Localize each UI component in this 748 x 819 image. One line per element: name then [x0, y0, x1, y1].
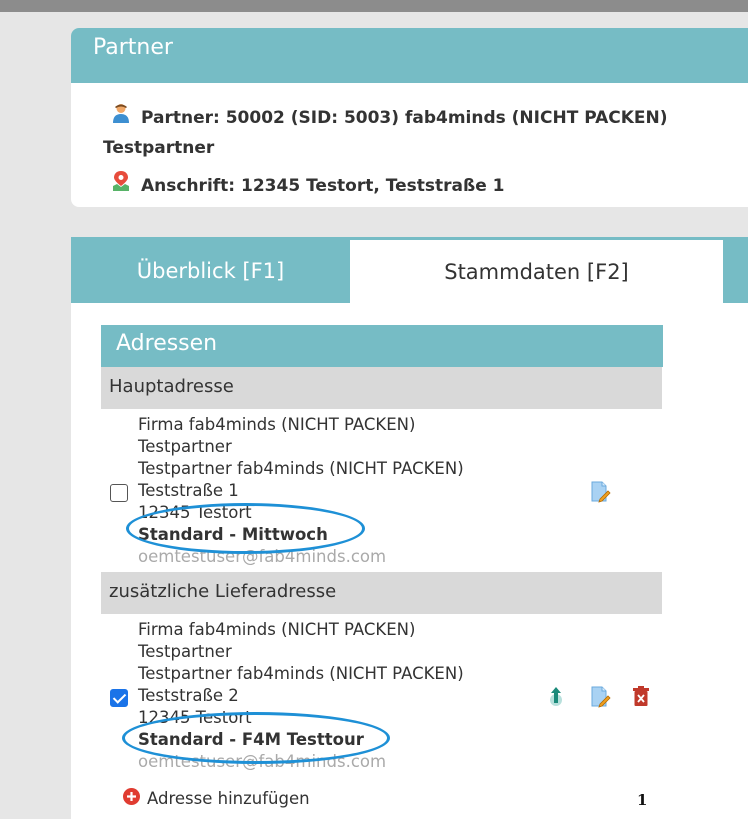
delivery-address-checkbox[interactable]	[110, 689, 128, 707]
delivery-address-header: zusätzliche Lieferadresse	[101, 572, 662, 614]
partner-line-2: Testpartner	[103, 138, 215, 158]
delivery-address-line: Teststraße 2	[138, 686, 239, 705]
addresses-title: Adressen	[101, 325, 663, 367]
highlight-oval	[126, 503, 365, 554]
arrow-up-icon[interactable]	[547, 685, 565, 707]
main-address-line: Teststraße 1	[138, 481, 239, 500]
tab-bar: Überblick [F1] Stammdaten [F2]	[71, 237, 748, 303]
top-bar	[0, 0, 748, 12]
delivery-address-line: Testpartner	[138, 642, 232, 661]
tab-master-data[interactable]: Stammdaten [F2]	[350, 240, 723, 303]
main-address-checkbox[interactable]	[110, 484, 128, 502]
address-line: Anschrift: 12345 Testort, Teststraße 1	[141, 176, 505, 196]
edit-document-icon[interactable]	[590, 481, 612, 503]
partner-title: Partner	[71, 28, 748, 83]
highlight-oval	[122, 712, 390, 764]
person-icon	[113, 104, 129, 123]
add-address-link[interactable]: Adresse hinzufügen	[147, 789, 310, 808]
partner-line: Partner: 50002 (SID: 5003) fab4minds (NI…	[141, 108, 668, 128]
plus-circle-icon[interactable]	[123, 788, 140, 805]
delivery-address-line: Firma fab4minds (NICHT PACKEN)	[138, 620, 416, 639]
map-pin-icon	[113, 171, 129, 191]
main-address-line: Testpartner fab4minds (NICHT PACKEN)	[138, 459, 464, 478]
main-address-line: Firma fab4minds (NICHT PACKEN)	[138, 415, 416, 434]
edit-document-icon[interactable]	[590, 686, 612, 708]
main-address-header: Hauptadresse	[101, 367, 662, 409]
address-count: 1	[637, 791, 648, 809]
partner-card: Partner Partner: 50002 (SID: 5003) fab4m…	[71, 28, 748, 207]
trash-icon[interactable]	[633, 686, 649, 706]
tab-overview[interactable]: Überblick [F1]	[71, 237, 350, 303]
main-address-line: Testpartner	[138, 437, 232, 456]
delivery-address-line: Testpartner fab4minds (NICHT PACKEN)	[138, 664, 464, 683]
